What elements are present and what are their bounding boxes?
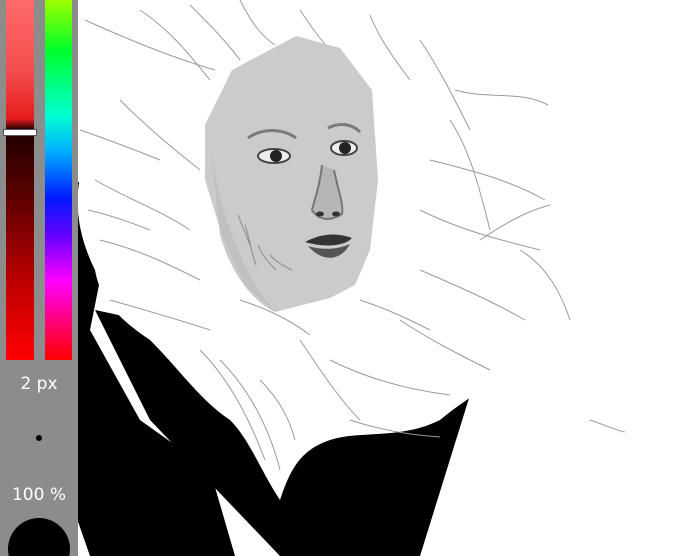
brush-size-preview (36, 435, 42, 441)
lightness-slider-thumb[interactable] (4, 130, 36, 135)
lightness-slider[interactable] (6, 0, 34, 360)
opacity-label[interactable]: 100 % (0, 485, 78, 505)
opacity-preview[interactable] (8, 518, 70, 556)
brush-size-label[interactable]: 2 px (0, 374, 78, 394)
paint-app: 2 px 100 % (0, 0, 680, 556)
tool-sidebar: 2 px 100 % (0, 0, 78, 556)
right-pupil (339, 142, 351, 154)
drawing-canvas[interactable] (0, 0, 680, 556)
left-pupil (270, 150, 282, 162)
nostril-right (332, 211, 340, 217)
nostril-left (316, 211, 324, 217)
hue-slider[interactable] (45, 0, 72, 360)
